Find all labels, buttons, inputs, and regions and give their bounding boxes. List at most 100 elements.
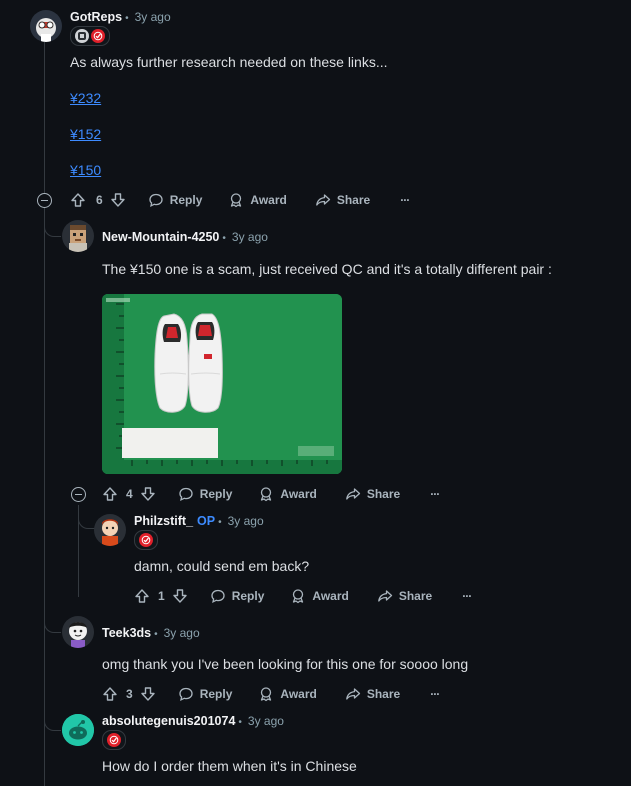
downvote-icon bbox=[140, 687, 155, 701]
user-flair bbox=[102, 730, 126, 750]
share-label: Share bbox=[366, 687, 401, 701]
award-icon bbox=[261, 687, 272, 702]
award-label: Award bbox=[250, 193, 287, 207]
reply-label: Reply bbox=[199, 487, 233, 501]
reply-label: Reply bbox=[199, 687, 233, 701]
comment-text: The ¥150 one is a scam, just received QC… bbox=[102, 261, 552, 277]
reply-label: Reply bbox=[231, 589, 265, 603]
comment-link[interactable]: ¥150 bbox=[70, 162, 101, 178]
timestamp[interactable]: 3y ago bbox=[248, 714, 284, 728]
share-label: Share bbox=[336, 193, 371, 207]
award-button[interactable]: Award bbox=[258, 686, 317, 702]
avatar[interactable] bbox=[62, 714, 94, 746]
timestamp[interactable]: 3y ago bbox=[228, 514, 264, 528]
upvote-icon bbox=[103, 487, 117, 501]
award-label: Award bbox=[280, 487, 317, 501]
more-options-button[interactable]: ··· bbox=[462, 589, 472, 603]
username[interactable]: Teek3ds bbox=[102, 626, 151, 640]
award-button[interactable]: Award bbox=[258, 486, 317, 502]
share-icon bbox=[315, 194, 330, 206]
separator-dot: • bbox=[125, 13, 129, 24]
username[interactable]: GotReps bbox=[70, 10, 122, 24]
reply-label: Reply bbox=[169, 193, 203, 207]
share-button[interactable]: Share bbox=[315, 192, 370, 208]
share-label: Share bbox=[366, 487, 401, 501]
op-badge: OP bbox=[197, 514, 216, 528]
username[interactable]: absolutegenuis201074 bbox=[102, 714, 235, 728]
award-label: Award bbox=[280, 687, 317, 701]
thread-elbow bbox=[44, 614, 61, 633]
comment-actions: 3 Reply Award Share ··· bbox=[102, 684, 440, 704]
avatar[interactable] bbox=[62, 616, 94, 648]
collapse-thread-button[interactable] bbox=[71, 487, 86, 502]
vote-count: 6 bbox=[96, 193, 103, 207]
reply-button[interactable]: Reply bbox=[178, 486, 233, 502]
award-button[interactable]: Award bbox=[228, 192, 287, 208]
reply-button[interactable]: Reply bbox=[148, 192, 203, 208]
timestamp[interactable]: 3y ago bbox=[135, 10, 171, 24]
downvote-button[interactable] bbox=[172, 588, 188, 604]
avatar[interactable] bbox=[30, 10, 62, 42]
reply-icon bbox=[179, 687, 193, 701]
thread-elbow bbox=[78, 508, 95, 529]
downvote-icon bbox=[140, 487, 155, 501]
username[interactable]: New-Mountain-4250 bbox=[102, 230, 219, 244]
reply-button[interactable]: Reply bbox=[178, 686, 233, 702]
separator-dot: • bbox=[218, 517, 222, 528]
upvote-button[interactable] bbox=[102, 686, 118, 702]
reply-icon bbox=[149, 193, 163, 207]
upvote-button[interactable] bbox=[134, 588, 150, 604]
separator-dot: • bbox=[222, 233, 226, 244]
share-icon bbox=[345, 488, 360, 500]
timestamp[interactable]: 3y ago bbox=[164, 626, 200, 640]
downvote-button[interactable] bbox=[140, 486, 156, 502]
flair-check-icon bbox=[139, 533, 153, 547]
upvote-icon bbox=[135, 589, 149, 603]
share-label: Share bbox=[398, 589, 433, 603]
more-options-button[interactable]: ··· bbox=[430, 687, 440, 701]
award-button[interactable]: Award bbox=[290, 588, 349, 604]
comment-header: absolutegenuis201074 • 3y ago bbox=[102, 714, 284, 728]
upvote-button[interactable] bbox=[70, 192, 86, 208]
more-options-button[interactable]: ··· bbox=[430, 487, 440, 501]
comment-link[interactable]: ¥152 bbox=[70, 126, 101, 142]
qc-shoe-image[interactable] bbox=[102, 294, 342, 474]
separator-dot: • bbox=[154, 629, 158, 640]
comment-actions: 6 Reply Award Share ··· bbox=[70, 190, 410, 210]
separator-dot: • bbox=[238, 717, 242, 728]
upvote-icon bbox=[71, 193, 85, 207]
share-button[interactable]: Share bbox=[345, 686, 400, 702]
thread-elbow bbox=[44, 712, 61, 731]
username[interactable]: Philzstift_ bbox=[134, 514, 193, 528]
comment-header: Philzstift_ OP • 3y ago bbox=[134, 514, 264, 528]
upvote-button[interactable] bbox=[102, 486, 118, 502]
share-icon bbox=[345, 688, 360, 700]
more-options-button[interactable]: ··· bbox=[400, 193, 410, 207]
avatar[interactable] bbox=[94, 514, 126, 546]
comment-header: Teek3ds • 3y ago bbox=[102, 626, 200, 640]
vote-count: 3 bbox=[126, 687, 133, 701]
flair-check-icon bbox=[91, 29, 105, 43]
award-icon bbox=[231, 193, 242, 208]
reply-icon bbox=[179, 487, 193, 501]
reply-button[interactable]: Reply bbox=[210, 588, 265, 604]
comment-link[interactable]: ¥232 bbox=[70, 90, 101, 106]
comment-text: How do I order them when it's in Chinese bbox=[102, 758, 357, 774]
thread-line-root bbox=[44, 42, 45, 786]
share-button[interactable]: Share bbox=[345, 486, 400, 502]
collapse-thread-button[interactable] bbox=[37, 193, 52, 208]
share-icon bbox=[377, 590, 392, 602]
vote-count: 4 bbox=[126, 487, 133, 501]
comment-actions: 1 Reply Award Share ··· bbox=[134, 586, 472, 606]
comment-text: omg thank you I've been looking for this… bbox=[102, 656, 469, 672]
avatar[interactable] bbox=[62, 220, 94, 252]
flair-check-icon bbox=[107, 733, 121, 747]
award-icon bbox=[293, 589, 304, 604]
upvote-icon bbox=[103, 687, 117, 701]
award-icon bbox=[261, 487, 272, 502]
downvote-button[interactable] bbox=[110, 192, 126, 208]
timestamp[interactable]: 3y ago bbox=[232, 230, 268, 244]
vote-count: 1 bbox=[158, 589, 165, 603]
downvote-button[interactable] bbox=[140, 686, 156, 702]
share-button[interactable]: Share bbox=[377, 588, 432, 604]
